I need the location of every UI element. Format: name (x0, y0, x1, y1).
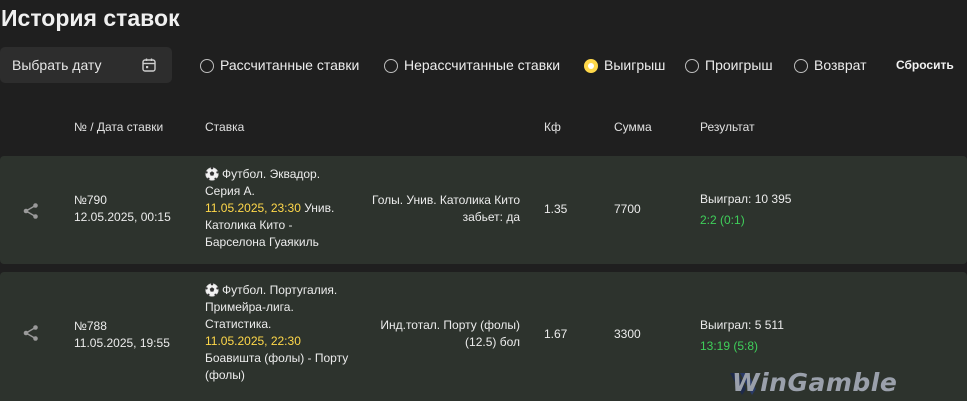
bet-market: Голы. Унив. Католика Кито забьет: да (340, 192, 520, 226)
market-line-2: (12.5) бол (465, 335, 520, 349)
bet-date: 12.05.2025, 00:15 (74, 210, 171, 224)
market-line-1: Инд.тотал. Порту (фолы) (380, 318, 520, 332)
filter-loss[interactable]: Проигрыш (685, 57, 773, 73)
bet-coef: 1.35 (544, 202, 568, 216)
result-text: Выиграл: 10 395 (700, 192, 792, 206)
table-row: №790 12.05.2025, 00:15 Футбол. Эквадор. … (0, 156, 967, 264)
bet-coef: 1.67 (544, 327, 568, 341)
event-datetime: 11.05.2025, 23:30 (205, 201, 301, 215)
filter-loss-label: Проигрыш (705, 57, 773, 73)
header-number-date: № / Дата ставки (74, 120, 164, 134)
bet-date: 11.05.2025, 19:55 (74, 336, 170, 350)
filter-refund-label: Возврат (814, 57, 867, 73)
event-title: Футбол. Эквадор. Серия А. (205, 167, 321, 198)
bet-number: №788 (74, 319, 107, 333)
radio-loss[interactable] (685, 59, 699, 73)
filter-calculated[interactable]: Рассчитанные ставки (200, 57, 359, 73)
bet-result: Выиграл: 5 511 13:19 (5:8) (700, 317, 784, 355)
radio-uncalculated[interactable] (384, 59, 398, 73)
filter-refund[interactable]: Возврат (794, 57, 867, 73)
bet-event: Футбол. Португалия. Примейра-лига. Стати… (205, 282, 355, 384)
result-text: Выиграл: 5 511 (700, 318, 784, 332)
date-picker[interactable]: Выбрать дату (0, 47, 172, 83)
radio-win[interactable] (584, 59, 598, 73)
bet-sum: 3300 (614, 327, 641, 341)
result-score: 2:2 (0:1) (700, 213, 745, 227)
reset-button[interactable]: Сбросить (896, 58, 954, 72)
header-sum: Сумма (614, 120, 652, 134)
filter-uncalculated[interactable]: Нерассчитанные ставки (384, 57, 560, 73)
wingamble-watermark: WinGamble (732, 368, 898, 397)
header-bet: Ставка (205, 120, 245, 134)
event-datetime: 11.05.2025, 22:30 (205, 334, 301, 348)
filter-uncalculated-label: Нерассчитанные ставки (404, 57, 561, 73)
radio-refund[interactable] (794, 59, 808, 73)
date-picker-label: Выбрать дату (12, 57, 102, 73)
bet-number-date: №788 11.05.2025, 19:55 (74, 318, 170, 352)
filter-calculated-label: Рассчитанные ставки (220, 57, 360, 73)
bet-sum: 7700 (614, 202, 641, 216)
bet-result: Выиграл: 10 395 2:2 (0:1) (700, 191, 791, 229)
market-line-1: Голы. Унив. Католика Кито (372, 193, 520, 207)
share-icon[interactable] (22, 324, 40, 342)
soccer-ball-icon (205, 167, 219, 181)
event-title: Футбол. Португалия. Примейра-лига. Стати… (205, 283, 338, 331)
bet-number-date: №790 12.05.2025, 00:15 (74, 192, 171, 226)
page-title: История ставок (1, 5, 180, 31)
result-score: 13:19 (5:8) (700, 339, 759, 353)
soccer-ball-icon (205, 283, 219, 297)
header-coef: Кф (544, 120, 561, 134)
market-line-2: забьет: да (462, 210, 520, 224)
filter-win[interactable]: Выигрыш (584, 57, 665, 73)
event-teams: Боавишта (фолы) - Порту (фолы) (205, 351, 349, 382)
radio-calculated[interactable] (200, 59, 214, 73)
share-icon[interactable] (22, 202, 40, 220)
bet-market: Инд.тотал. Порту (фолы) (12.5) бол (340, 317, 520, 351)
bet-number: №790 (74, 193, 107, 207)
calendar-icon (142, 58, 156, 72)
bet-event: Футбол. Эквадор. Серия А. 11.05.2025, 23… (205, 166, 355, 251)
filter-win-label: Выигрыш (604, 57, 666, 73)
header-result: Результат (700, 120, 755, 134)
